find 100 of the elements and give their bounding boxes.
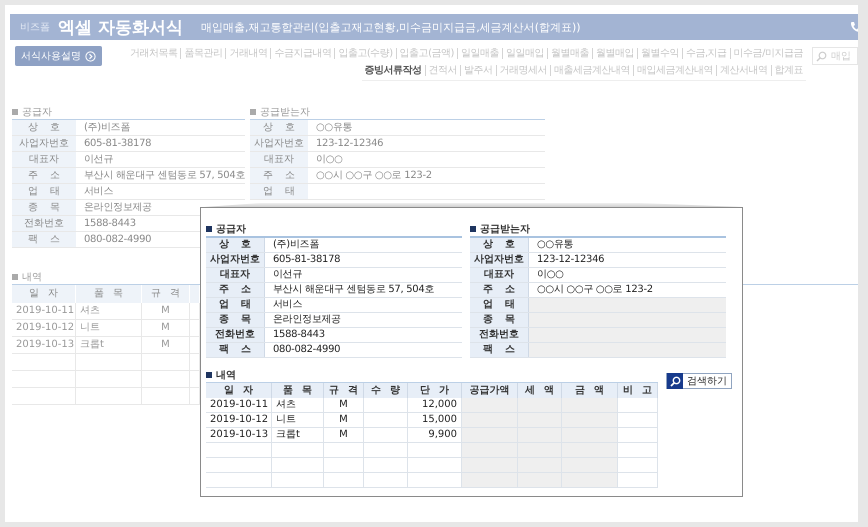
nav-link[interactable]: 견적서 xyxy=(424,65,460,76)
search-button[interactable]: 검색하기 xyxy=(666,373,732,389)
table-cell: 2019-10-12 xyxy=(206,413,272,428)
column-header: 공급가액 xyxy=(462,383,518,398)
nav-link[interactable]: 증빙서류작성 xyxy=(362,65,424,76)
table-cell xyxy=(518,473,562,488)
nav-link[interactable]: 입출고(금액) xyxy=(396,48,457,59)
nav-link[interactable]: 월별매출 xyxy=(546,48,592,59)
field-label: 대표자 xyxy=(470,268,529,282)
nav-link[interactable]: 발주서 xyxy=(460,65,496,76)
field-label: 업 태 xyxy=(12,184,76,199)
bullet-icon xyxy=(12,109,18,115)
field-label: 주 소 xyxy=(470,283,529,297)
bullet-icon xyxy=(250,109,256,115)
section-title: 공급받는자 xyxy=(480,223,530,236)
table-cell: 2019-10-11 xyxy=(12,303,76,320)
field-value: (주)비즈폼 xyxy=(84,121,130,135)
table-cell xyxy=(562,428,618,443)
table-cell xyxy=(324,443,364,458)
nav-link[interactable]: 매출세금계산내역 xyxy=(550,65,633,76)
nav-link[interactable]: 계산서내역 xyxy=(716,65,770,76)
table-cell: M xyxy=(142,320,190,337)
field-value: 이선규 xyxy=(273,268,302,282)
section-title: 내역 xyxy=(216,369,236,382)
field-value: ○○시 ○○구 ○○로 123-2 xyxy=(316,169,432,183)
field-value: 1588-8443 xyxy=(273,328,325,342)
nav-link[interactable]: 일일매출 xyxy=(456,48,502,59)
field-value: 온라인정보제공 xyxy=(84,201,152,215)
table-cell xyxy=(462,443,518,458)
search-icon xyxy=(816,51,827,62)
nav-link[interactable]: 수금,지급 xyxy=(682,48,730,59)
column-header: 수 량 xyxy=(364,383,408,398)
field-label: 팩 스 xyxy=(12,232,76,247)
field-value: 605-81-38178 xyxy=(84,137,152,151)
column-header: 품 목 xyxy=(272,383,324,398)
field-value: 부산시 해운대구 센텀동로 57, 504호 xyxy=(273,283,434,297)
table-cell: 2019-10-12 xyxy=(12,320,76,337)
nav-link[interactable]: 거래명세서 xyxy=(496,65,550,76)
field-value: 1588-8443 xyxy=(84,217,136,231)
table-cell xyxy=(364,398,408,413)
nav-link[interactable]: 합계표 xyxy=(770,65,806,76)
nav-link[interactable]: 매입세금계산내역 xyxy=(633,65,716,76)
column-header: 규 격 xyxy=(324,383,364,398)
table-cell xyxy=(324,458,364,473)
section-title: 공급자 xyxy=(216,223,246,236)
field-label: 주 소 xyxy=(206,283,265,297)
table-cell: 크롭t xyxy=(272,428,324,443)
field-value: 부산시 해운대구 센텀동로 57, 504호 xyxy=(84,169,246,183)
field-label: 사업자번호 xyxy=(12,136,76,151)
field-label: 업 태 xyxy=(470,298,529,312)
help-button[interactable]: 서식사용설명 xyxy=(15,46,102,66)
nav-link[interactable]: 수금지급내역 xyxy=(270,48,334,59)
nav-link[interactable]: 월별매입 xyxy=(592,48,637,59)
field-label: 종 목 xyxy=(12,200,76,215)
arrow-circle-icon xyxy=(85,50,96,62)
field-value: 서비스 xyxy=(273,298,302,312)
nav-link[interactable]: 입출고(수량) xyxy=(334,48,396,59)
table-cell xyxy=(272,443,324,458)
table-cell xyxy=(324,473,364,488)
nav-link[interactable]: 미수금/미지급금 xyxy=(730,48,806,59)
nav-link[interactable]: 월별수익 xyxy=(636,48,682,59)
bullet-icon xyxy=(206,226,212,232)
column-header: 금 액 xyxy=(562,383,618,398)
nav-link[interactable]: 품목관리 xyxy=(180,48,226,59)
table-cell: M xyxy=(324,428,364,443)
table-cell: 2019-10-11 xyxy=(206,398,272,413)
nav-link[interactable]: 거래처목록 xyxy=(126,48,180,59)
field-label: 사업자번호 xyxy=(470,253,529,267)
bullet-icon xyxy=(206,372,212,378)
table-cell xyxy=(462,428,518,443)
table-cell: 2019-10-13 xyxy=(206,428,272,443)
bullet-icon xyxy=(12,274,18,280)
column-header: 일 자 xyxy=(206,383,272,398)
logo-text: 비즈폼 xyxy=(20,21,50,34)
table-cell xyxy=(618,413,658,428)
field-value: ○○유통 xyxy=(537,238,574,252)
table-cell: M xyxy=(324,413,364,428)
table-cell: 크롭t xyxy=(76,337,142,354)
table-cell xyxy=(364,413,408,428)
app-title: 엑셀 자동화서식 xyxy=(58,16,183,38)
nav-link[interactable]: 일일매입 xyxy=(502,48,547,59)
field-label: 팩 스 xyxy=(206,343,265,357)
field-label: 상 호 xyxy=(470,238,529,252)
table-cell xyxy=(272,458,324,473)
field-label: 전화번호 xyxy=(206,328,265,342)
nav-link[interactable]: 거래내역 xyxy=(225,48,270,59)
table-cell xyxy=(618,428,658,443)
table-cell xyxy=(518,398,562,413)
field-label: 주 소 xyxy=(12,168,76,183)
table-cell: M xyxy=(142,337,190,354)
field-value: 이○○ xyxy=(537,268,564,282)
field-label: 주 소 xyxy=(250,168,308,183)
table-cell xyxy=(364,443,408,458)
table-cell xyxy=(562,473,618,488)
table-cell xyxy=(562,398,618,413)
table-cell xyxy=(272,473,324,488)
field-label: 업 태 xyxy=(250,184,308,199)
field-value: 605-81-38178 xyxy=(273,253,340,267)
table-cell xyxy=(562,413,618,428)
column-header: 단 가 xyxy=(408,383,462,398)
